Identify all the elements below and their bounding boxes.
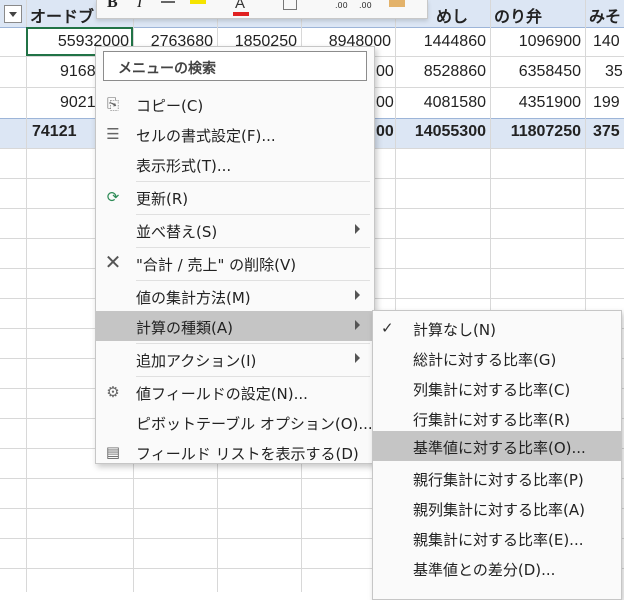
total-cell[interactable]: 74121	[32, 123, 77, 141]
checkmark-icon: ✓	[381, 319, 394, 337]
menu-item-copy[interactable]: ⎘ コピー(C)	[96, 89, 374, 119]
submenu-item-pct-grand-total[interactable]: 総計に対する比率(G)	[373, 343, 621, 373]
menu-item-summarize-by[interactable]: 値の集計方法(M)	[96, 281, 374, 311]
chevron-right-icon	[355, 224, 360, 234]
menu-item-refresh[interactable]: ⟳ 更新(R)	[96, 182, 374, 212]
data-cell[interactable]: 6358450	[494, 63, 581, 81]
header-cell-meshi[interactable]: めし	[436, 3, 468, 27]
data-cell[interactable]: 00	[376, 63, 394, 81]
submenu-item-pct-parent-column[interactable]: 親列集計に対する比率(A)	[373, 493, 621, 523]
show-values-as-submenu: ✓ 計算なし(N) 総計に対する比率(G) 列集計に対する比率(C) 行集計に対…	[372, 310, 622, 600]
data-cell[interactable]: 140	[593, 33, 620, 51]
submenu-item-pct-of[interactable]: 基準値に対する比率(O)...	[373, 431, 621, 461]
menu-item-pivot-options[interactable]: ピボットテーブル オプション(O)...	[96, 407, 374, 437]
data-cell[interactable]: 4351900	[494, 94, 581, 112]
data-cell[interactable]: 9168	[60, 63, 96, 81]
menu-item-sort[interactable]: 並べ替え(S)	[96, 215, 374, 245]
menu-item-value-field-settings[interactable]: ⚙ 値フィールドの設定(N)...	[96, 377, 374, 407]
submenu-item-difference-from[interactable]: 基準値との差分(D)...	[373, 553, 621, 583]
total-cell[interactable]: 14055300	[399, 123, 486, 141]
data-cell[interactable]: 9021	[60, 94, 96, 112]
field-settings-icon: ⚙	[106, 383, 120, 401]
data-cell[interactable]: 1096900	[494, 33, 581, 51]
italic-button[interactable]: I	[137, 0, 142, 12]
submenu-item-pct-parent-row[interactable]: 親行集計に対する比率(P)	[373, 463, 621, 493]
header-cell-miso[interactable]: みそ	[589, 3, 621, 27]
context-menu: メニューの検索 ⎘ コピー(C) ☰ セルの書式設定(F)... 表示形式(T)…	[95, 46, 375, 464]
borders-icon[interactable]	[283, 0, 297, 10]
submenu-item-pct-row-total[interactable]: 行集計に対する比率(R)	[373, 403, 621, 433]
chevron-right-icon	[355, 353, 360, 363]
increase-decimal-icon[interactable]: .00	[335, 1, 348, 10]
menu-item-remove-field[interactable]: ✕ "合計 / 売上" の削除(V)	[96, 248, 374, 278]
menu-item-additional-actions[interactable]: 追加アクション(I)	[96, 344, 374, 374]
align-icon[interactable]	[161, 1, 175, 3]
data-cell[interactable]: 8528860	[399, 63, 486, 81]
total-cell[interactable]: 00	[376, 123, 394, 141]
menu-item-show-field-list[interactable]: ▤ フィールド リストを表示する(D)	[96, 437, 374, 467]
data-cell[interactable]: 35	[605, 63, 623, 81]
total-cell[interactable]: 11807250	[494, 123, 581, 141]
fill-color-icon[interactable]	[190, 0, 206, 4]
font-color-button[interactable]: A	[235, 0, 245, 12]
menu-search-input[interactable]: メニューの検索	[103, 51, 367, 81]
chevron-right-icon	[355, 320, 360, 330]
menu-item-number-format[interactable]: 表示形式(T)...	[96, 149, 374, 179]
data-cell[interactable]: 00	[376, 94, 394, 112]
field-list-icon: ▤	[105, 443, 121, 461]
refresh-icon: ⟳	[106, 188, 120, 206]
data-cell[interactable]: 1444860	[399, 33, 486, 51]
submenu-item-pct-column-total[interactable]: 列集計に対する比率(C)	[373, 373, 621, 403]
header-cell-noriben[interactable]: のり弁	[494, 3, 542, 27]
total-cell[interactable]: 375	[593, 123, 620, 141]
font-color-swatch	[233, 12, 249, 16]
delete-x-icon: ✕	[104, 250, 122, 274]
data-cell[interactable]: 199	[593, 94, 620, 112]
menu-item-show-values-as[interactable]: 計算の種類(A)	[96, 311, 374, 341]
copy-icon: ⎘	[106, 95, 119, 113]
chevron-right-icon	[355, 290, 360, 300]
decrease-decimal-icon[interactable]: .00	[359, 1, 372, 10]
submenu-item-no-calculation[interactable]: ✓ 計算なし(N)	[373, 313, 621, 343]
submenu-item-pct-parent-total[interactable]: 親集計に対する比率(E)...	[373, 523, 621, 553]
bold-button[interactable]: B	[107, 0, 118, 12]
filter-dropdown-button[interactable]	[4, 5, 22, 23]
header-cell-hors-doeuvre[interactable]: オードブ	[30, 3, 94, 27]
format-cells-icon: ☰	[106, 125, 120, 143]
data-cell[interactable]: 4081580	[399, 94, 486, 112]
mini-toolbar: B I A .00 .00	[96, 0, 428, 19]
format-painter-icon[interactable]	[389, 0, 405, 7]
menu-item-format-cells[interactable]: ☰ セルの書式設定(F)...	[96, 119, 374, 149]
